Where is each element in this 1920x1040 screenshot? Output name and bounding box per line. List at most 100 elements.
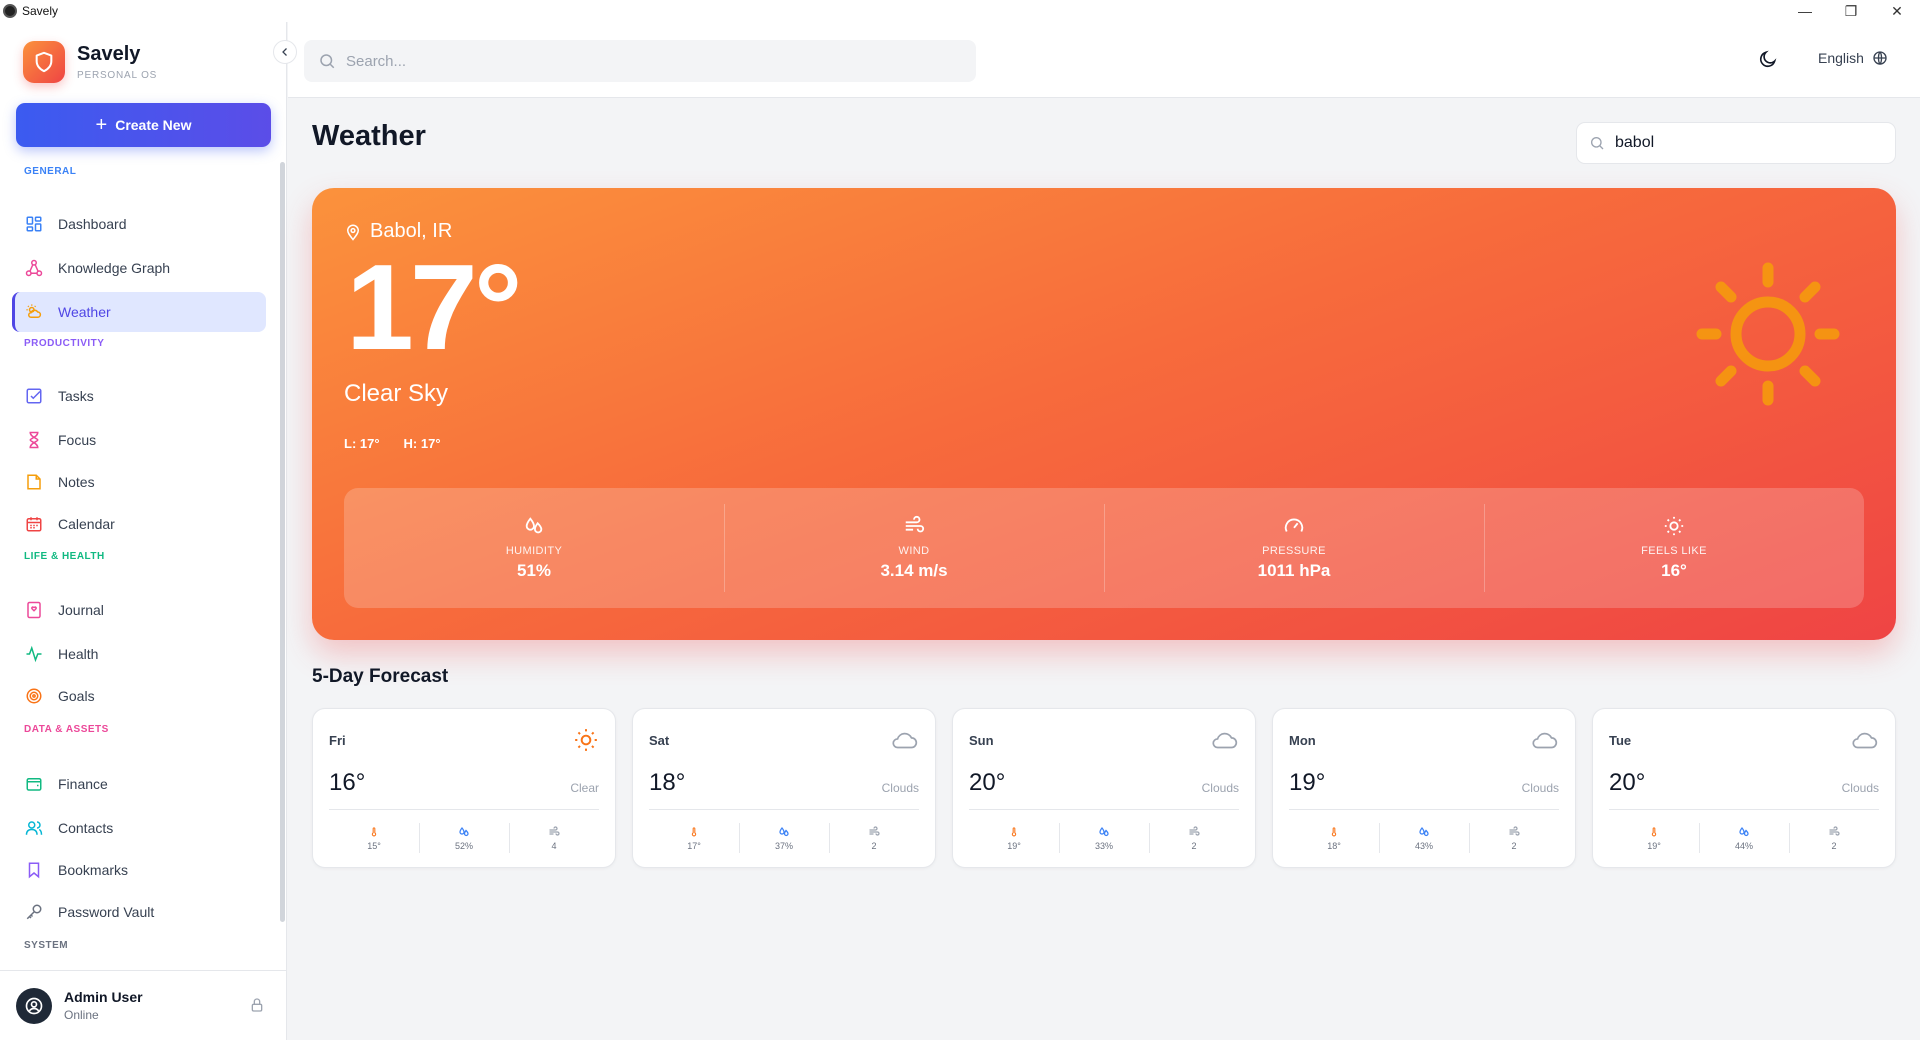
city-search[interactable] xyxy=(1576,122,1896,164)
forecast-list: Fri 16° Clear 15° 52% 4 Sat 18° Clouds 1… xyxy=(312,708,1896,868)
forecast-wind-stat: 2 xyxy=(829,821,919,855)
forecast-stats: 15° 52% 4 xyxy=(329,821,599,855)
sidebar-item-dashboard[interactable]: Dashboard xyxy=(12,204,266,244)
low-temperature: L: 17° xyxy=(344,436,380,451)
sidebar-item-journal[interactable]: Journal xyxy=(12,590,266,630)
forecast-wind-value: 2 xyxy=(871,840,877,851)
sidebar-item-tasks[interactable]: Tasks xyxy=(12,376,266,416)
window-controls: — ❐ ✕ xyxy=(1782,0,1920,22)
bookmark-icon xyxy=(24,860,44,880)
forecast-temperature: 19° xyxy=(1289,769,1326,796)
forecast-temp-stat: 17° xyxy=(649,821,739,855)
sidebar-scrollbar[interactable] xyxy=(280,162,285,922)
high-temperature: H: 17° xyxy=(403,436,441,451)
lock-icon[interactable] xyxy=(249,997,265,1018)
window-titlebar: Savely — ❐ ✕ xyxy=(0,0,1920,22)
forecast-wind-value: 2 xyxy=(1191,840,1197,851)
sidebar-item-calendar[interactable]: Calendar xyxy=(12,504,266,544)
forecast-wind-value: 2 xyxy=(1511,840,1517,851)
sidebar-item-bookmarks[interactable]: Bookmarks xyxy=(12,850,266,890)
sidebar-item-label: Knowledge Graph xyxy=(58,260,171,276)
global-search[interactable] xyxy=(304,40,976,82)
sidebar-item-weather[interactable]: Weather xyxy=(12,292,266,332)
forecast-card-sat[interactable]: Sat 18° Clouds 17° 37% 2 xyxy=(632,708,936,868)
calendar-icon xyxy=(24,514,44,534)
create-new-label: Create New xyxy=(115,117,192,133)
current-temperature: 17° xyxy=(346,239,522,375)
close-button[interactable]: ✕ xyxy=(1874,0,1920,22)
user-profile[interactable]: Admin User Online xyxy=(0,970,287,1040)
window-title: Savely xyxy=(22,4,59,18)
divider xyxy=(329,809,599,810)
forecast-stats: 17° 37% 2 xyxy=(649,821,919,855)
forecast-humidity-stat: 52% xyxy=(419,821,509,855)
page-title: Weather xyxy=(312,120,426,152)
forecast-temperature: 16° xyxy=(329,769,366,796)
forecast-day: Fri xyxy=(329,733,346,748)
forecast-humidity-value: 37% xyxy=(774,840,793,851)
collapse-sidebar-button[interactable] xyxy=(273,40,297,64)
forecast-humidity-value: 44% xyxy=(1734,840,1753,851)
forecast-card-tue[interactable]: Tue 20° Clouds 19° 44% 2 xyxy=(1592,708,1896,868)
network-icon xyxy=(24,258,44,278)
chevron-left-icon xyxy=(282,48,287,56)
search-input[interactable] xyxy=(346,52,946,70)
weather-stats: HUMIDITY 51% WIND 3.14 m/s PRESSURE 1011… xyxy=(344,488,1864,608)
language-selector[interactable]: English xyxy=(1818,50,1888,66)
restore-button[interactable]: ❐ xyxy=(1828,0,1874,22)
forecast-temp-stat: 19° xyxy=(1609,821,1699,855)
moon-icon[interactable] xyxy=(1758,49,1778,74)
current-condition: Clear Sky xyxy=(344,380,449,407)
grid-icon xyxy=(24,214,44,234)
city-search-input[interactable] xyxy=(1615,134,1875,152)
cloud-icon xyxy=(1209,727,1239,758)
checkbox-icon xyxy=(24,386,44,406)
forecast-humidity-value: 43% xyxy=(1414,840,1433,851)
forecast-title: 5-Day Forecast xyxy=(312,666,449,687)
sun-icon xyxy=(573,727,599,758)
forecast-stats: 18° 43% 2 xyxy=(1289,821,1559,855)
sidebar-item-label: Contacts xyxy=(58,820,114,836)
sidebar-item-goals[interactable]: Goals xyxy=(12,676,266,716)
minimize-button[interactable]: — xyxy=(1782,0,1828,22)
sidebar-item-label: Goals xyxy=(58,688,95,704)
forecast-description: Clouds xyxy=(1841,781,1879,795)
wind-icon xyxy=(1828,825,1840,838)
forecast-card-mon[interactable]: Mon 19° Clouds 18° 43% 2 xyxy=(1272,708,1576,868)
droplets-icon xyxy=(778,826,790,838)
current-weather-card: Babol, IR 17° Clear Sky L: 17° H: 17° HU… xyxy=(312,188,1896,640)
forecast-temp-stat: 15° xyxy=(329,821,419,855)
sidebar-item-finance[interactable]: Finance xyxy=(12,764,266,804)
sidebar-item-contacts[interactable]: Contacts xyxy=(12,808,266,848)
wind-icon xyxy=(548,825,560,838)
sidebar-item-label: Password Vault xyxy=(58,904,155,920)
stat-pressure: PRESSURE 1011 hPa xyxy=(1104,488,1484,608)
forecast-card-fri[interactable]: Fri 16° Clear 15° 52% 4 xyxy=(312,708,616,868)
sidebar-item-health[interactable]: Health xyxy=(12,634,266,674)
gauge-icon xyxy=(1283,515,1305,537)
sidebar-item-knowledge-graph[interactable]: Knowledge Graph xyxy=(12,248,266,288)
sidebar-item-password-vault[interactable]: Password Vault xyxy=(12,892,266,932)
forecast-humidity-value: 52% xyxy=(454,840,473,851)
forecast-humidity-value: 33% xyxy=(1094,840,1113,851)
sidebar-item-focus[interactable]: Focus xyxy=(12,420,266,460)
wind-icon xyxy=(903,515,925,537)
forecast-temp-stat: 18° xyxy=(1289,821,1379,855)
sidebar-item-label: Calendar xyxy=(58,516,115,532)
hourglass-icon xyxy=(24,430,44,450)
wind-icon xyxy=(1188,825,1200,838)
low-high: L: 17° H: 17° xyxy=(344,436,441,451)
wind-icon xyxy=(1508,825,1520,838)
map-pin-icon xyxy=(344,223,362,241)
forecast-card-sun[interactable]: Sun 20° Clouds 19° 33% 2 xyxy=(952,708,1256,868)
forecast-wind-value: 4 xyxy=(551,840,557,851)
create-new-button[interactable]: + Create New xyxy=(16,103,271,147)
sidebar-item-notes[interactable]: Notes xyxy=(12,462,266,502)
brand-name: Savely xyxy=(77,43,141,65)
forecast-wind-stat: 2 xyxy=(1789,821,1879,855)
forecast-description: Clouds xyxy=(881,781,919,795)
brand[interactable]: Savely PERSONAL OS xyxy=(23,41,157,83)
divider xyxy=(969,809,1239,810)
forecast-description: Clouds xyxy=(1521,781,1559,795)
section-system: SYSTEM xyxy=(24,940,69,951)
